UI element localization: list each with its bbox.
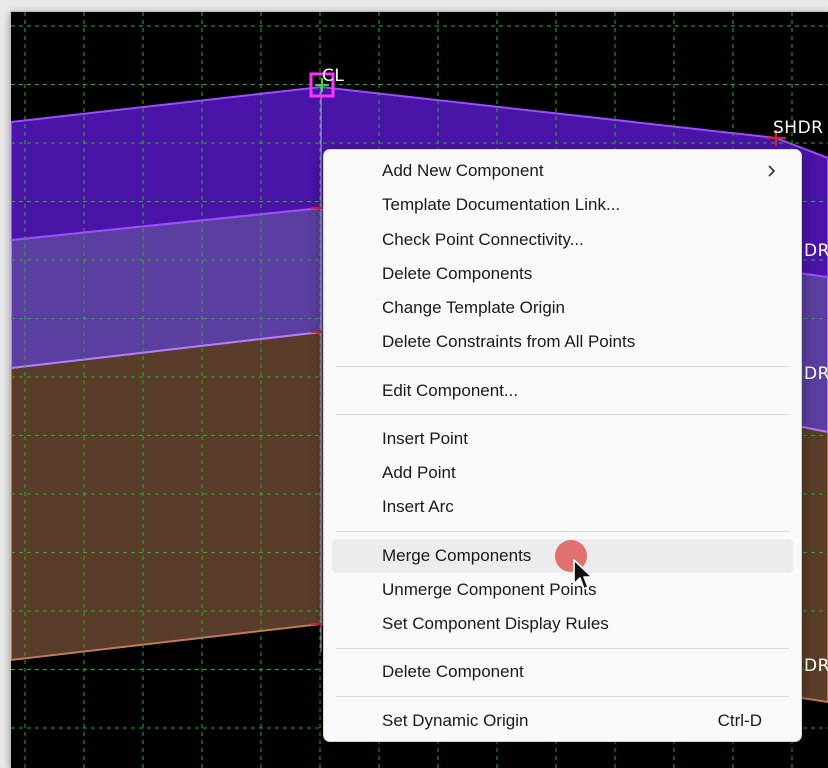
context-menu: Add New Component Template Documentation … (323, 149, 802, 742)
menu-item-add-new-component[interactable]: Add New Component (332, 154, 793, 188)
menu-item-delete-components[interactable]: Delete Components (332, 257, 793, 291)
menu-item-check-point-connectivity[interactable]: Check Point Connectivity... (332, 223, 793, 257)
menu-item-label: Template Documentation Link... (382, 195, 621, 215)
menu-item-edit-component[interactable]: Edit Component... (332, 374, 793, 408)
menu-separator (336, 531, 789, 532)
menu-item-label: Set Dynamic Origin (382, 710, 529, 730)
chevron-right-icon (768, 165, 776, 177)
menu-item-insert-arc[interactable]: Insert Arc (332, 490, 793, 524)
menu-item-unmerge-component-points[interactable]: Unmerge Component Points (332, 573, 793, 607)
menu-item-label: Edit Component... (382, 380, 519, 400)
menu-item-label: Add Point (382, 463, 456, 482)
menu-item-label: Change Template Origin (382, 298, 566, 317)
menu-separator (336, 414, 789, 416)
menu-separator (336, 366, 789, 367)
mouse-cursor-icon (573, 559, 593, 590)
menu-item-label: Unmerge Component Points (382, 579, 597, 599)
menu-item-label: Delete Components (382, 263, 533, 283)
menu-item-insert-point[interactable]: Insert Point (332, 422, 793, 456)
menu-item-shortcut: Ctrl-D (717, 710, 762, 730)
menu-item-label: Insert Point (382, 428, 468, 448)
point-label-shdr: SHDR (773, 118, 824, 138)
menu-item-delete-constraints-from-all-points[interactable]: Delete Constraints from All Points (332, 325, 793, 359)
menu-item-add-point[interactable]: Add Point (332, 456, 793, 490)
menu-item-set-dynamic-origin[interactable]: Set Dynamic Origin Ctrl-D (332, 704, 793, 738)
menu-item-label: Set Component Display Rules (382, 614, 609, 633)
menu-item-set-component-display-rules[interactable]: Set Component Display Rules (332, 607, 793, 641)
point-label-dr-1: DR (804, 241, 828, 261)
menu-item-label: Delete Constraints from All Points (382, 332, 636, 352)
menu-item-label: Merge Components (382, 545, 532, 565)
menu-item-label: Add New Component (382, 161, 544, 180)
menu-separator (336, 696, 789, 697)
point-label-dr-3: DR (804, 656, 828, 676)
point-label-dr-2: DR (804, 364, 828, 384)
menu-item-delete-component[interactable]: Delete Component (332, 655, 793, 689)
menu-item-label: Check Point Connectivity... (382, 229, 584, 249)
point-label-cl: CL (322, 66, 345, 86)
menu-item-template-documentation-link[interactable]: Template Documentation Link... (332, 188, 793, 222)
menu-item-change-template-origin[interactable]: Change Template Origin (332, 291, 793, 325)
menu-item-label: Delete Component (382, 662, 524, 682)
menu-separator (336, 647, 789, 649)
menu-item-label: Insert Arc (382, 497, 454, 517)
